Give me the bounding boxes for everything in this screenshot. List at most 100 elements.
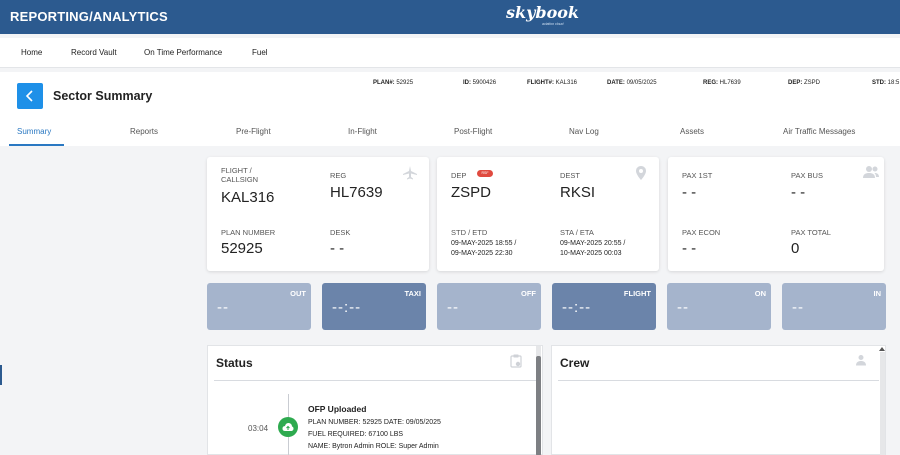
pax-1st-value: - -	[682, 184, 697, 201]
crew-scrollbar[interactable]	[880, 352, 885, 455]
meta-std: STD: 18:5	[872, 80, 900, 86]
plan-number-value: 52925	[221, 240, 263, 257]
tile-off[interactable]: OFF --	[437, 283, 541, 330]
crew-panel-divider	[558, 380, 879, 381]
tile-flight[interactable]: FLIGHT --:--	[552, 283, 656, 330]
status-panel: Status 03:04 OFP Uploaded PLAN NUMBER: 5…	[207, 345, 543, 455]
tile-off-value: --	[447, 299, 459, 316]
user-icon	[856, 355, 866, 366]
reg-label: REG	[330, 171, 347, 180]
pax-total-value: 0	[791, 240, 800, 257]
page-title: Sector Summary	[53, 89, 153, 103]
sta-eta-label: STA / ETA	[560, 228, 594, 237]
tab-assets[interactable]: Assets	[680, 127, 704, 136]
status-panel-title: Status	[216, 356, 253, 370]
tile-on[interactable]: ON --	[667, 283, 771, 330]
users-icon	[863, 166, 879, 178]
event-line-2: FUEL REQUIRED: 67100 LBS	[308, 431, 404, 438]
tile-taxi[interactable]: TAXI --:--	[322, 283, 426, 330]
event-title: OFP Uploaded	[308, 404, 367, 414]
tile-flight-value: --:--	[562, 299, 592, 316]
pax-econ-value: - -	[682, 240, 697, 257]
tile-in-label: IN	[873, 289, 882, 298]
pax-info-card: PAX 1ST - - PAX BUS - - PAX ECON - - PAX…	[668, 157, 884, 271]
tab-post-flight[interactable]: Post-Flight	[454, 127, 492, 136]
tile-on-label: ON	[754, 289, 766, 298]
tab-pre-flight[interactable]: Pre-Flight	[236, 127, 271, 136]
top-header-bar: REPORTING/ANALYTICS skybook aviation clo…	[0, 0, 900, 34]
tile-in-value: --	[792, 299, 804, 316]
callsign-value: KAL316	[221, 189, 275, 206]
plane-icon	[403, 166, 417, 180]
status-panel-divider	[214, 380, 536, 381]
app-title: REPORTING/ANALYTICS	[10, 9, 168, 24]
tab-air-traffic-messages[interactable]: Air Traffic Messages	[783, 127, 855, 136]
tab-bar: Summary Reports Pre-Flight In-Flight Pos…	[0, 118, 900, 146]
nav-on-time-performance[interactable]: On Time Performance	[144, 48, 222, 57]
dep-value: ZSPD	[451, 184, 492, 201]
rsf-badge: RSF	[477, 170, 493, 177]
sta-line-1: 09-MAY-2025 20:55 /	[560, 240, 626, 247]
dep-label: DEP	[451, 171, 467, 180]
plan-number-label: PLAN NUMBER	[221, 228, 276, 237]
sta-line-2: 10-MAY-2025 00:03	[560, 250, 622, 257]
tile-flight-label: FLIGHT	[623, 289, 651, 298]
event-line-1: PLAN NUMBER: 52925 DATE: 09/05/2025	[308, 419, 441, 426]
clipboard-icon[interactable]	[510, 354, 522, 368]
event-line-3: NAME: Bytron Admin ROLE: Super Admin	[308, 443, 439, 450]
crew-scroll-up-arrow[interactable]	[879, 347, 885, 351]
std-etd-label: STD / ETD	[451, 228, 488, 237]
tile-out-value: --	[217, 299, 229, 316]
desk-label: DESK	[330, 228, 351, 237]
tile-off-label: OFF	[521, 289, 536, 298]
sidebar-edge	[0, 365, 2, 385]
pax-bus-label: PAX BUS	[791, 171, 823, 180]
chevron-left-icon	[25, 90, 33, 102]
pax-total-label: PAX TOTAL	[791, 228, 831, 237]
std-line-2: 09-MAY-2025 22:30	[451, 250, 513, 257]
tab-summary[interactable]: Summary	[17, 127, 51, 136]
status-scrollbar[interactable]	[536, 346, 541, 455]
nav-home[interactable]: Home	[21, 48, 42, 57]
tile-on-value: --	[677, 299, 689, 316]
meta-date: DATE: 09/05/2025	[607, 80, 657, 86]
tab-nav-log[interactable]: Nav Log	[569, 127, 599, 136]
logo-subtext: aviation cloud	[542, 22, 564, 26]
pax-bus-value: - -	[791, 184, 806, 201]
desk-value: - -	[330, 240, 345, 257]
cloud-upload-icon	[282, 423, 294, 431]
status-scrollbar-thumb[interactable]	[536, 356, 541, 455]
map-pin-icon	[636, 166, 646, 180]
pax-1st-label: PAX 1ST	[682, 171, 713, 180]
reg-value: HL7639	[330, 184, 383, 201]
callsign-label: FLIGHT / CALLSIGN	[221, 166, 259, 184]
tile-out[interactable]: OUT --	[207, 283, 311, 330]
tile-in[interactable]: IN --	[782, 283, 886, 330]
back-button[interactable]	[17, 83, 43, 109]
dest-value: RKSI	[560, 184, 596, 201]
std-line-1: 09-MAY-2025 18:55 /	[451, 240, 517, 247]
event-time: 03:04	[248, 424, 269, 433]
nav-record-vault[interactable]: Record Vault	[71, 48, 117, 57]
tile-taxi-label: TAXI	[404, 289, 421, 298]
skybook-logo[interactable]: skybook aviation cloud	[506, 3, 586, 31]
dest-label: DEST	[560, 171, 581, 180]
tab-in-flight[interactable]: In-Flight	[348, 127, 377, 136]
meta-plan: PLAN#: 52925	[373, 80, 414, 86]
route-info-card: DEP RSF ZSPD DEST RKSI STD / ETD 09-MAY-…	[437, 157, 659, 271]
event-status-dot	[278, 417, 298, 437]
sector-header: Sector Summary PLAN#: 52925 ID: 5900426 …	[0, 72, 900, 146]
tile-taxi-value: --:--	[332, 299, 362, 316]
tile-out-label: OUT	[290, 289, 306, 298]
meta-flight: FLIGHT#: KAL316	[527, 80, 578, 86]
logo-word: skybook	[506, 3, 580, 22]
nav-fuel[interactable]: Fuel	[252, 48, 268, 57]
pax-econ-label: PAX ECON	[682, 228, 721, 237]
active-tab-indicator	[9, 144, 64, 146]
meta-id: ID: 5900426	[463, 80, 497, 86]
flight-info-card: FLIGHT / CALLSIGN KAL316 REG HL7639 PLAN…	[207, 157, 429, 271]
crew-panel: Crew	[551, 345, 886, 455]
main-nav: Home Record Vault On Time Performance Fu…	[0, 38, 900, 68]
meta-reg: REG: HL7639	[703, 80, 741, 86]
tab-reports[interactable]: Reports	[130, 127, 158, 136]
